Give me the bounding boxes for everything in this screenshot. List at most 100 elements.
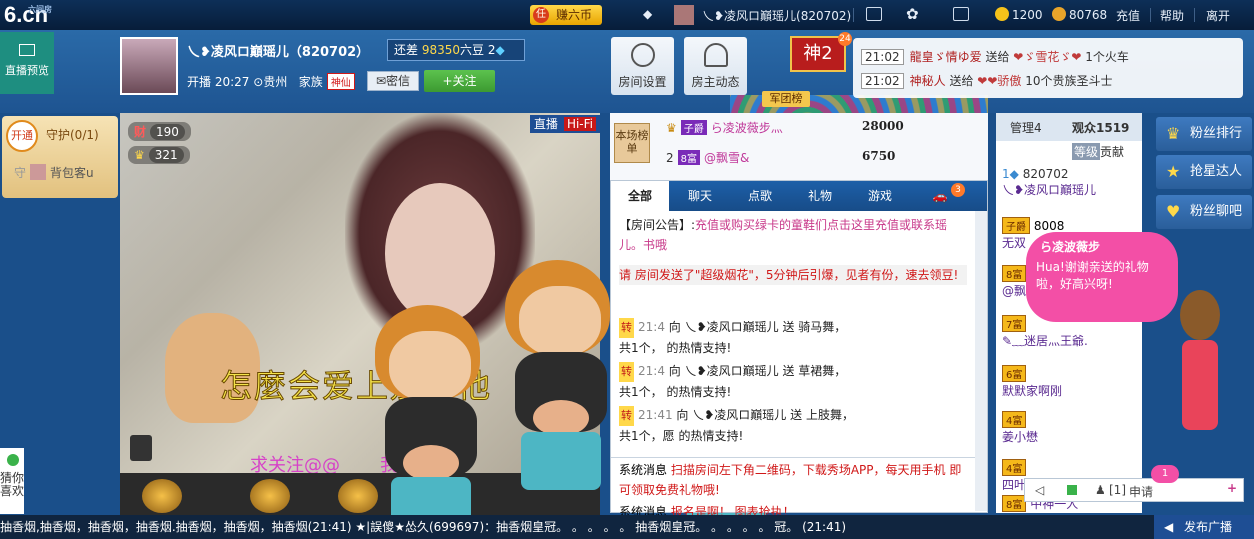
leave-link[interactable]: 离开 (1206, 7, 1230, 24)
announcement[interactable]: 【房间公告】:充值或购买绿卡的童鞋们点击这里充值或联系瑶儿。书哦 (619, 215, 967, 255)
god-rank-badge[interactable]: 神2 24 (790, 32, 852, 72)
anchor-meta: 开播 20:27 ⊙贵州 家族 神仙 (187, 73, 359, 90)
guard-user[interactable]: 守背包客u (14, 164, 94, 181)
open-guard-button[interactable]: 开通 (6, 120, 38, 152)
gift-feed-panel: 21:02 龍皇ゞ情ゆ爱 送给 ❤ゞ雪花ゞ❤ 1个火车 21:02 神秘人 送给 ❤… (853, 38, 1243, 98)
gift-thumb[interactable] (142, 479, 182, 513)
bean-balance: 80768 (1052, 7, 1107, 22)
wealth-icon: 财 (134, 125, 147, 139)
rank-row[interactable]: 2 8富 @飘雪& 6750 (666, 149, 895, 166)
earn-coins-button[interactable]: 任赚六币 (530, 5, 602, 25)
diamond-icon: ◆ (495, 43, 505, 57)
level-progress: 还差 98350六豆 2◆ (387, 39, 525, 61)
guard-count: 守护(0/1) (46, 128, 99, 142)
follow-button[interactable]: +关注 (424, 70, 495, 92)
host-news-button[interactable]: 房主动态 (684, 37, 747, 95)
chat-tabs: 全部 聊天 点歌 礼物 游戏 🚗 3 (611, 181, 987, 211)
chat-message: 转 21:4 向 乀❥凌风ロ巔瑶儿 送 草裙舞， 共1个， 的热情支持! (619, 362, 847, 399)
family-badge[interactable]: 神仙 (326, 73, 355, 90)
volume-icon[interactable]: ◁ (1035, 483, 1044, 497)
mascot-girl (1170, 290, 1230, 470)
audience-tabs: 管理4 观众1519 (996, 113, 1142, 141)
anchor-avatar[interactable] (120, 37, 178, 95)
star-icon: ★ (1166, 162, 1181, 181)
trophy-icon: ♛ (666, 121, 677, 135)
guess-you-like-tab[interactable]: 猜你喜欢 (0, 448, 24, 514)
audience-row[interactable]: 4富 姜小懋 (1002, 411, 1038, 445)
army-list-button[interactable]: 军团榜 (762, 91, 810, 107)
megaphone-icon: ◀ (1164, 520, 1174, 534)
god-count-badge: 24 (838, 32, 852, 46)
tab-games[interactable]: 游戏 (851, 181, 909, 211)
thanks-bubble: ら凌波薇步 Hua!谢谢亲送的礼物啦，好高兴呀! (1026, 232, 1178, 322)
gift-thumb[interactable] (250, 479, 290, 513)
apply-link[interactable]: 申请 (1129, 483, 1153, 500)
chat-messages: 【房间公告】:充值或购买绿卡的童鞋们点击这里充值或联系瑶儿。书哦 请 房间发送了… (611, 211, 975, 451)
audience-row[interactable]: 4富 四叶 (1002, 459, 1027, 493)
gear-icon[interactable]: ✿ (906, 5, 919, 23)
add-icon[interactable]: + (1227, 481, 1237, 495)
tab-admins[interactable]: 管理4 (1010, 119, 1042, 136)
help-link[interactable]: 帮助 (1160, 7, 1184, 24)
user-icon: ♟ (1095, 483, 1106, 497)
diamond-icon: ◆ (643, 7, 653, 21)
car-icon: 🚗 (932, 189, 948, 203)
microphone-icon[interactable] (130, 435, 152, 461)
broadcast-ticker: 抽香烟,抽香烟，抽香烟，抽香烟.抽香烟，抽香烟，抽香烟(21:41) ★|誤傻★… (0, 515, 1254, 539)
wealth-stat: 财 190 (128, 122, 191, 141)
recharge-link[interactable]: 充值 (1116, 7, 1140, 24)
gear-icon (631, 43, 655, 67)
star-grab-button[interactable]: ★ 抢星达人 (1156, 155, 1252, 189)
tv-icon (19, 44, 35, 56)
chat-panel: 全部 聊天 点歌 礼物 游戏 🚗 3 【房间公告】:充值或购买绿卡的童鞋们点击这里… (610, 180, 988, 519)
crown-icon: ♛ (1166, 124, 1181, 143)
apply-count-badge: 1 (1151, 465, 1179, 483)
tab-gifts[interactable]: 礼物 (791, 181, 849, 211)
task-icon: 任 (533, 7, 549, 23)
guard-panel: 开通 守护(0/1) 守背包客u (2, 116, 118, 198)
mail-icon[interactable] (953, 7, 969, 21)
sort-level[interactable]: 等级 (1072, 143, 1101, 160)
audience-row[interactable]: 8富 @飘 (1002, 265, 1027, 299)
heart-icon: ♥ (1166, 202, 1181, 221)
system-message: 系统消息 扫描房间左下角二维码，下载秀场APP，每天用手机 即可领取免费礼物哦! (619, 463, 962, 497)
fans-rank-button[interactable]: ♛ 粉丝排行 (1156, 117, 1252, 151)
tab-cars[interactable]: 🚗 3 (911, 181, 969, 211)
edit-icon[interactable] (866, 7, 882, 21)
chat-scrollbar[interactable] (975, 211, 987, 511)
private-message-button[interactable]: ✉密信 (367, 71, 419, 91)
logo-subtitle: 六间房 (28, 5, 52, 14)
gift-feed-row: 21:02 神秘人 送给 ❤❤骄傲 10个贵族圣斗士 (861, 72, 1113, 89)
top-bar: 6.cn 六间房 任赚六币 ◆ 乀❥凌风ロ巔瑶儿(820702) ✿ 1200 8… (0, 0, 1254, 30)
rank-row[interactable]: ♛ 子爵 ら凌波薇步灬 28000 (666, 119, 904, 136)
hifi-badge[interactable]: Hi-Fi (563, 117, 596, 131)
session-rank-panel: 本场榜单 ♛ 子爵 ら凌波薇步灬 28000 2 8富 @飘雪& 6750 (610, 113, 988, 180)
stream-face (385, 183, 495, 323)
audience-row[interactable]: 6富 默默家啊刚 (1002, 365, 1062, 399)
chat-message: 转 21:41 向 乀❥凌风ロ巔瑶儿 送 上肢舞， 共1个，愿 的热情支持! (619, 406, 854, 443)
sort-contribution[interactable]: 贡献 (1100, 143, 1124, 160)
rank-tag: 本场榜单 (614, 123, 650, 163)
apply-bar: ◁ ♟ [1] 申请 1 + (1024, 465, 1244, 502)
live-tag: 直播 Hi-Fi (529, 115, 600, 133)
audience-row[interactable]: 1◆ 820702 乀❥凌风ロ巔瑶儿 (1002, 167, 1096, 198)
divider (853, 8, 854, 22)
user-avatar[interactable] (674, 5, 694, 25)
crown-icon: ♛ (134, 148, 145, 162)
fans-chat-button[interactable]: ♥ 粉丝聊吧 (1156, 195, 1252, 229)
chat-message: 转 21:4 向 乀❥凌风ロ巔瑶儿 送 骑马舞， 共1个， 的热情支持! (619, 318, 847, 355)
live-preview-button[interactable]: 直播预览 (0, 32, 54, 94)
site-logo[interactable]: 6.cn 六间房 (4, 2, 52, 28)
user-name[interactable]: 乀❥凌风ロ巔瑶儿(820702) (702, 7, 851, 24)
dancer-animation (355, 305, 505, 535)
divider (1150, 8, 1151, 22)
coin-icon (995, 7, 1009, 21)
tab-chat[interactable]: 聊天 (671, 181, 729, 211)
tab-all[interactable]: 全部 (611, 181, 669, 211)
publish-broadcast-button[interactable]: ◀ 发布广播 (1154, 515, 1254, 539)
room-settings-button[interactable]: 房间设置 (611, 37, 674, 95)
user-icon (704, 43, 728, 67)
tab-songs[interactable]: 点歌 (731, 181, 789, 211)
anchor-name: 乀❥凌风ロ巔瑶儿（820702） (187, 45, 370, 60)
tab-viewers[interactable]: 观众1519 (1072, 119, 1129, 136)
